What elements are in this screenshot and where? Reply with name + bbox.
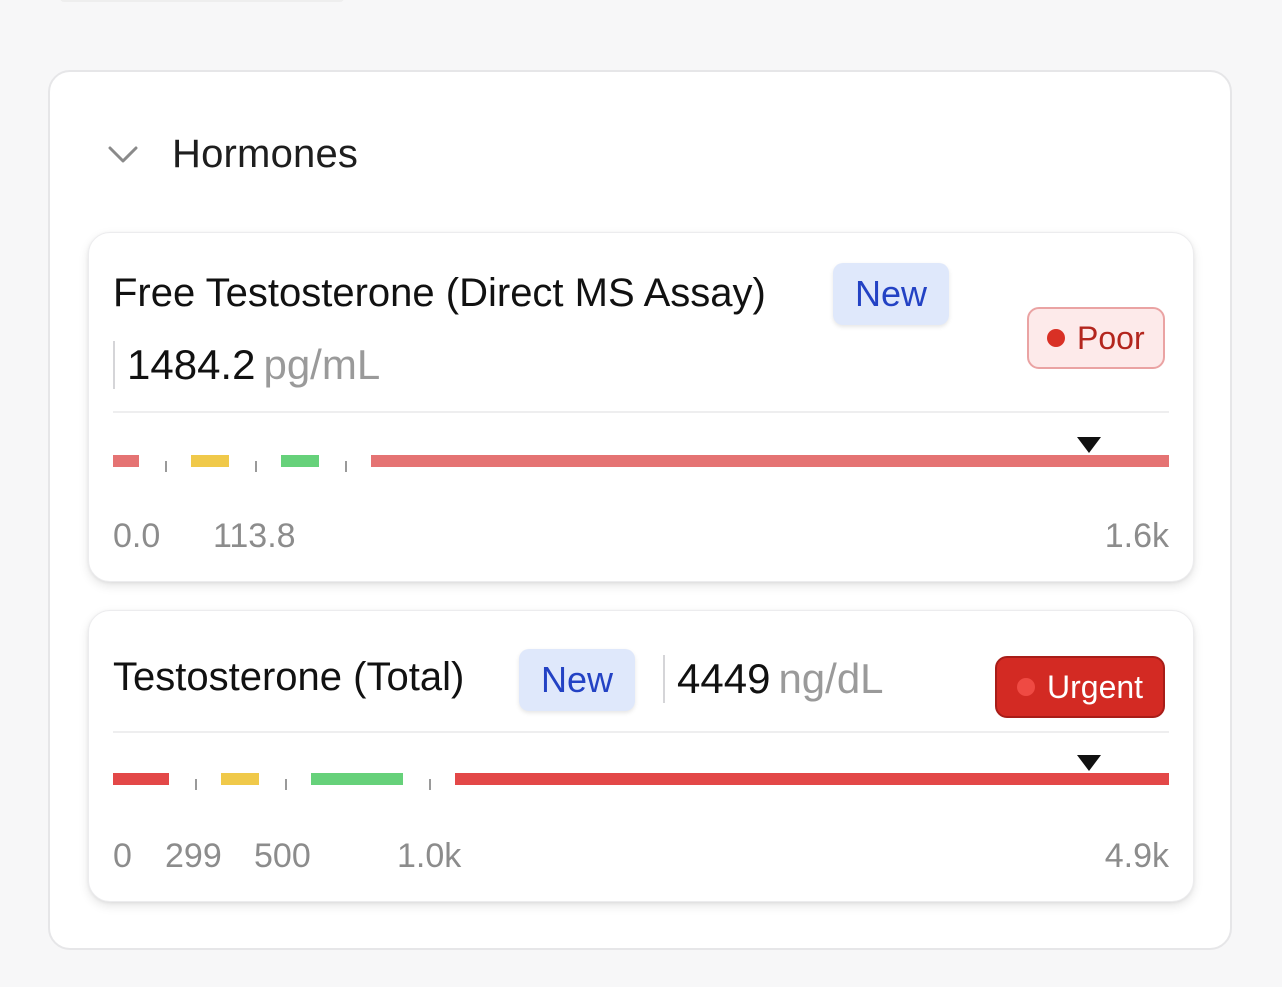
range-tick <box>165 461 167 472</box>
section-title: Hormones <box>172 131 359 176</box>
range-bar <box>113 437 1169 477</box>
new-badge: New <box>833 263 950 325</box>
reading-divider <box>663 655 665 703</box>
value-marker-icon <box>1077 437 1101 453</box>
range-axis: 0.0 113.8 1.6k <box>113 517 1169 557</box>
axis-label: 113.8 <box>213 517 296 555</box>
range-segment-low <box>113 455 139 467</box>
section-header[interactable]: Hormones <box>106 124 358 184</box>
range-segment-optimal <box>281 455 319 467</box>
range-tick <box>429 779 431 790</box>
range-segment-high <box>455 773 1169 785</box>
range-tick <box>285 779 287 790</box>
biomarker-card-total-testosterone[interactable]: Testosterone (Total) New 4449 ng/dL Urge… <box>88 610 1194 902</box>
range-tick <box>345 461 347 472</box>
biomarker-value: 4449 <box>677 655 771 702</box>
biomarker-card-free-testosterone[interactable]: Free Testosterone (Direct MS Assay) New … <box>88 232 1194 582</box>
range-tick <box>255 461 257 472</box>
previous-section-edge <box>60 0 344 2</box>
axis-label: 1.0k <box>397 837 462 875</box>
new-badge: New <box>519 649 636 711</box>
axis-label: 4.9k <box>1104 837 1169 875</box>
range-segment-borderline <box>191 455 229 467</box>
biomarker-name: Free Testosterone (Direct MS Assay) <box>113 271 766 315</box>
axis-label: 299 <box>165 837 222 875</box>
biomarker-name: Testosterone (Total) <box>113 655 465 699</box>
status-label: Poor <box>1077 319 1145 356</box>
hormones-section: Hormones Free Testosterone (Direct MS As… <box>48 70 1232 950</box>
chevron-down-icon[interactable] <box>106 137 140 171</box>
biomarker-reading: 4449 ng/dL <box>663 655 884 703</box>
status-badge-urgent: Urgent <box>995 656 1166 718</box>
card-divider <box>113 411 1169 413</box>
range-bar <box>113 755 1169 795</box>
range-segment-borderline <box>221 773 259 785</box>
range-segment-high <box>371 455 1169 467</box>
status-label: Urgent <box>1047 668 1144 705</box>
biomarker-reading: 1484.2 pg/mL <box>113 341 380 389</box>
status-dot-icon <box>1017 678 1035 696</box>
biomarker-unit: pg/mL <box>263 341 381 388</box>
range-axis: 0 299 500 1.0k 4.9k <box>113 837 1169 877</box>
value-marker-icon <box>1077 755 1101 771</box>
range-tick <box>195 779 197 790</box>
axis-label: 1.6k <box>1104 517 1169 555</box>
card-divider <box>113 731 1169 733</box>
axis-label: 500 <box>254 837 311 875</box>
reading-divider <box>113 341 115 389</box>
status-badge-poor: Poor <box>1027 307 1165 369</box>
biomarker-unit: ng/dL <box>778 655 884 702</box>
range-segment-optimal <box>311 773 403 785</box>
status-dot-icon <box>1047 329 1065 347</box>
axis-label: 0.0 <box>113 517 161 555</box>
range-segment-low <box>113 773 169 785</box>
axis-label: 0 <box>113 837 132 875</box>
biomarker-value: 1484.2 <box>127 341 256 388</box>
